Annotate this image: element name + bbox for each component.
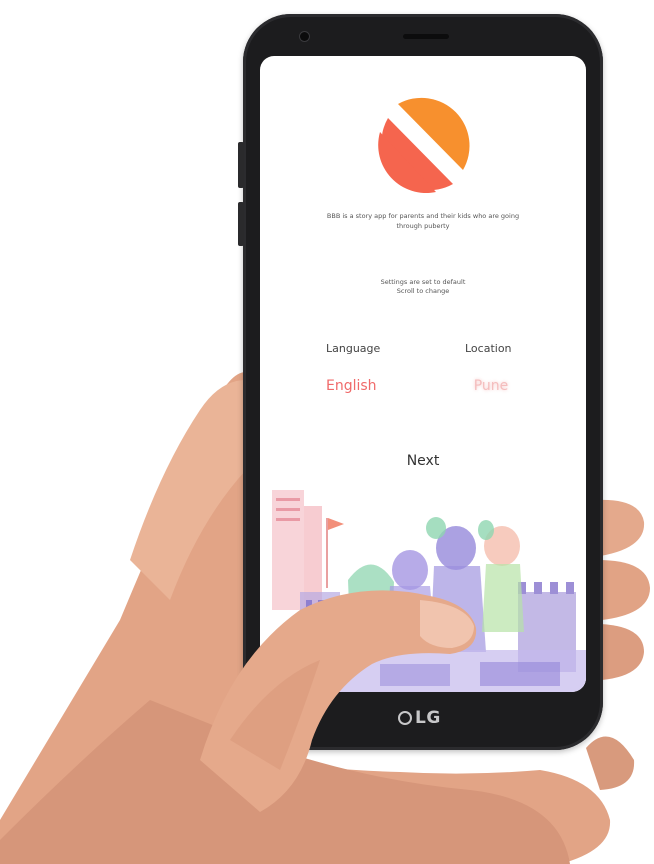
language-picker[interactable]: English bbox=[326, 378, 377, 394]
app-tagline: BBB is a story app for parents and their… bbox=[326, 212, 520, 230]
volume-button bbox=[238, 142, 244, 188]
phone-screen: BBB is a story app for parents and their… bbox=[260, 56, 586, 692]
location-picker[interactable]: Pune bbox=[451, 378, 531, 394]
next-button[interactable]: Next bbox=[390, 449, 456, 473]
city-characters-illustration bbox=[260, 482, 586, 692]
split-circle-logo-icon bbox=[378, 97, 470, 194]
earpiece-speaker bbox=[403, 34, 449, 39]
front-camera-icon bbox=[300, 32, 309, 41]
location-label: Location bbox=[465, 342, 512, 355]
phone-device: BBB is a story app for parents and their… bbox=[238, 14, 603, 750]
power-button bbox=[238, 202, 244, 246]
language-label: Language bbox=[326, 342, 381, 355]
brand-name: LG bbox=[415, 708, 441, 728]
brand-logo: LG bbox=[398, 708, 441, 728]
settings-note-line1: Settings are set to default bbox=[380, 278, 466, 286]
settings-note: Settings are set to default Scroll to ch… bbox=[340, 278, 506, 296]
lg-logo-icon bbox=[398, 711, 412, 725]
photo-stage: BBB is a story app for parents and their… bbox=[0, 0, 654, 864]
settings-note-line2: Scroll to change bbox=[396, 287, 450, 295]
